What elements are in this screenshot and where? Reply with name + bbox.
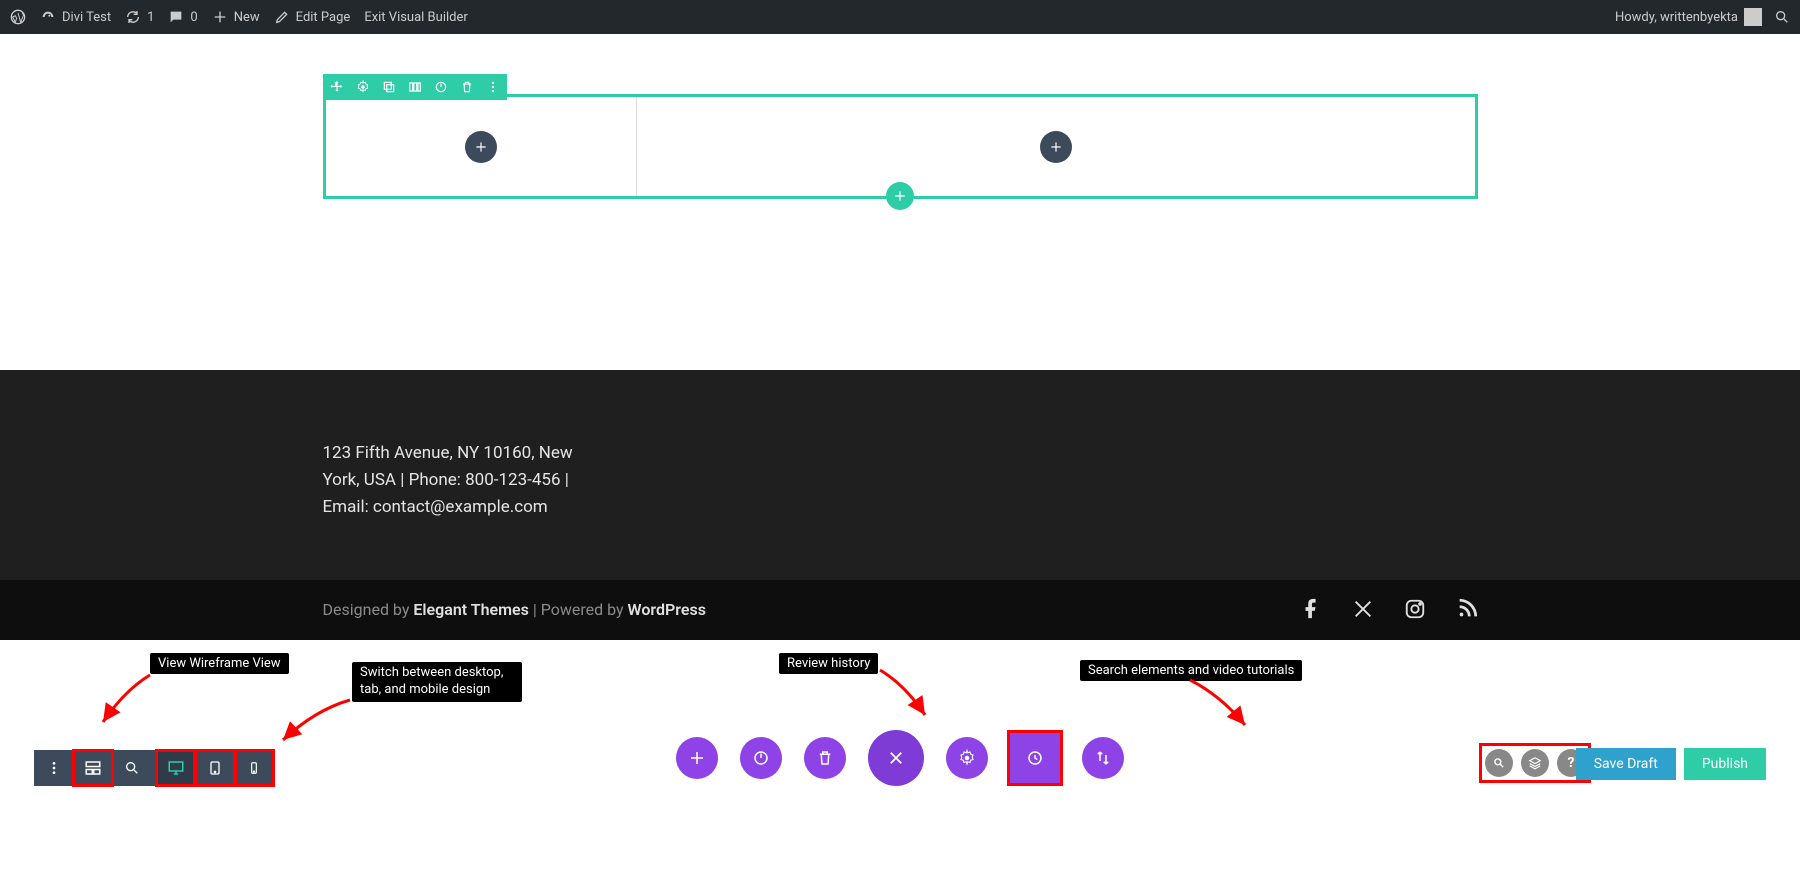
instagram-icon[interactable] xyxy=(1404,598,1426,620)
updates-count: 1 xyxy=(147,10,154,25)
find-button[interactable] xyxy=(1485,749,1513,777)
avatar xyxy=(1744,8,1762,26)
credits-platform[interactable]: WordPress xyxy=(628,600,706,619)
updates-link[interactable]: 1 xyxy=(125,9,154,25)
help-controls: ? xyxy=(1482,746,1588,780)
view-controls xyxy=(34,750,274,786)
search-icon[interactable] xyxy=(1774,9,1790,25)
mobile-view-button[interactable] xyxy=(235,750,274,786)
howdy-link[interactable]: Howdy, writtenbyekta xyxy=(1615,8,1762,26)
new-label: New xyxy=(234,10,260,25)
page-footer: 123 Fifth Avenue, NY 10160, New York, US… xyxy=(0,370,1800,582)
sub-footer: Designed by Elegant Themes | Powered by … xyxy=(0,580,1800,640)
annot-search: Search elements and video tutorials xyxy=(1080,660,1302,681)
site-name-link[interactable]: Divi Test xyxy=(40,9,111,25)
wireframe-view-button[interactable] xyxy=(73,750,112,786)
plus-icon xyxy=(212,9,228,25)
annot-wireframe: View Wireframe View xyxy=(150,653,289,674)
more-views-icon[interactable] xyxy=(34,750,73,786)
add-section-button[interactable] xyxy=(886,182,914,210)
settings-button[interactable] xyxy=(946,737,988,779)
comments-count: 0 xyxy=(190,10,197,25)
x-twitter-icon[interactable] xyxy=(1352,598,1374,620)
history-button[interactable] xyxy=(1010,733,1060,783)
wp-admin-bar: Divi Test 1 0 New Edit Page Exit Visual … xyxy=(0,0,1800,34)
zoom-view-icon[interactable] xyxy=(113,750,152,786)
admin-bar-left: Divi Test 1 0 New Edit Page Exit Visual … xyxy=(10,9,468,25)
desktop-view-button[interactable] xyxy=(156,750,195,786)
arrow-device xyxy=(275,695,355,745)
new-content-link[interactable]: New xyxy=(212,9,260,25)
refresh-icon xyxy=(125,9,141,25)
annot-device: Switch between desktop, tab, and mobile … xyxy=(352,662,522,702)
layers-button[interactable] xyxy=(1521,749,1549,777)
edit-page-label: Edit Page xyxy=(296,10,351,25)
wordpress-icon[interactable] xyxy=(10,9,26,25)
columns-icon[interactable] xyxy=(407,79,423,95)
move-icon[interactable] xyxy=(329,79,345,95)
credits-text: Designed by Elegant Themes | Powered by … xyxy=(323,600,706,619)
credits-prefix: Designed by xyxy=(323,600,414,619)
credits-theme[interactable]: Elegant Themes xyxy=(413,600,529,619)
exit-visual-builder[interactable]: Exit Visual Builder xyxy=(364,10,467,25)
comments-link[interactable]: 0 xyxy=(168,9,197,25)
social-links xyxy=(1300,598,1478,620)
site-name: Divi Test xyxy=(62,10,111,25)
power-icon[interactable] xyxy=(433,79,449,95)
annot-history: Review history xyxy=(779,653,878,674)
tablet-view-button[interactable] xyxy=(195,750,234,786)
more-icon[interactable] xyxy=(485,79,501,95)
add-button[interactable] xyxy=(676,737,718,779)
meter-icon xyxy=(40,9,56,25)
arrow-history xyxy=(875,665,935,720)
publish-controls: Save Draft Publish xyxy=(1576,748,1766,780)
howdy-label: Howdy, writtenbyekta xyxy=(1615,10,1738,25)
column-1[interactable] xyxy=(326,97,636,196)
builder-center-controls xyxy=(676,730,1124,786)
facebook-icon[interactable] xyxy=(1300,598,1322,620)
comment-icon xyxy=(168,9,184,25)
trash-button[interactable] xyxy=(804,737,846,779)
column-2[interactable] xyxy=(636,97,1475,196)
publish-button[interactable]: Publish xyxy=(1684,748,1766,780)
pencil-icon xyxy=(274,9,290,25)
import-export-button[interactable] xyxy=(1082,737,1124,779)
builder-canvas xyxy=(0,34,1800,199)
footer-contact-text: 123 Fifth Avenue, NY 10160, New York, US… xyxy=(323,440,583,522)
add-module-button[interactable] xyxy=(1040,131,1072,163)
gear-icon[interactable] xyxy=(355,79,371,95)
close-builder-button[interactable] xyxy=(868,730,924,786)
power-button[interactable] xyxy=(740,737,782,779)
section-outline[interactable] xyxy=(323,94,1478,199)
add-module-button[interactable] xyxy=(465,131,497,163)
duplicate-icon[interactable] xyxy=(381,79,397,95)
builder-bottom-bar: View Wireframe View Switch between deskt… xyxy=(0,640,1800,800)
save-draft-button[interactable]: Save Draft xyxy=(1576,748,1676,780)
credits-mid: | Powered by xyxy=(529,600,628,619)
trash-icon[interactable] xyxy=(459,79,475,95)
arrow-search xyxy=(1185,675,1255,730)
rss-icon[interactable] xyxy=(1456,598,1478,620)
exit-vb-label: Exit Visual Builder xyxy=(364,10,467,25)
arrow-wireframe xyxy=(95,670,155,730)
edit-page-link[interactable]: Edit Page xyxy=(274,9,351,25)
admin-bar-right: Howdy, writtenbyekta xyxy=(1615,8,1790,26)
